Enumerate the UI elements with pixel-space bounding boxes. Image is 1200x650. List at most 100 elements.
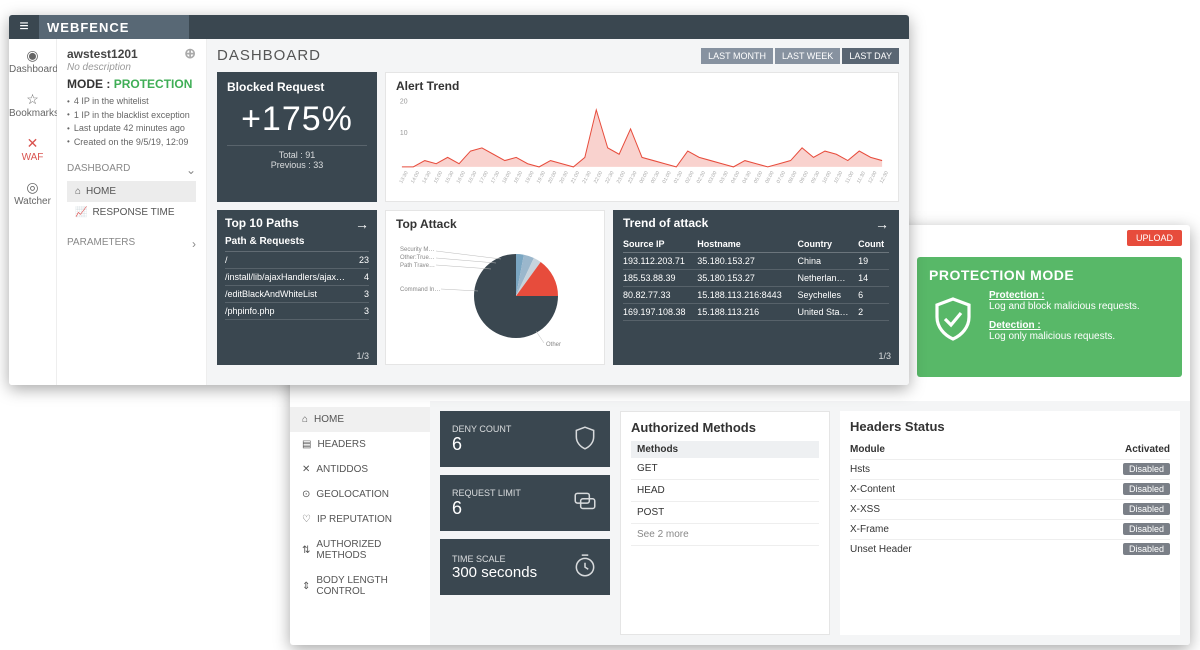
hamburger-menu-button[interactable]: ≡ — [9, 18, 39, 36]
svg-text:16:00: 16:00 — [456, 170, 467, 185]
svg-text:12:00: 12:00 — [867, 170, 878, 185]
alert-trend-card: Alert Trend 201013:3014:0014:3015:0015:3… — [385, 72, 899, 202]
attack-row[interactable]: 193.112.203.7135.180.153.27China19 — [623, 253, 889, 270]
svg-text:21:30: 21:30 — [581, 170, 592, 185]
sidebar-item-home[interactable]: ⌂ HOME — [67, 181, 196, 202]
svg-text:14:30: 14:30 — [421, 170, 432, 185]
svg-text:20:30: 20:30 — [559, 170, 570, 185]
top-paths-card: Top 10 Paths → Path & Requests /23/instal… — [217, 210, 377, 365]
svg-text:18:00: 18:00 — [501, 170, 512, 185]
method-row: POST — [631, 502, 819, 524]
svg-text:Other:True…: Other:True… — [400, 255, 435, 261]
attack-row[interactable]: 185.53.88.3935.180.153.27Netherlan…14 — [623, 270, 889, 287]
see-more-link[interactable]: See 2 more — [631, 524, 819, 546]
sidebar-section-dashboard[interactable]: DASHBOARD ⌄ — [67, 159, 196, 181]
svg-text:08:00: 08:00 — [787, 170, 798, 185]
rail-item-bookmarks[interactable]: ☆Bookmarks — [9, 83, 56, 127]
nav-icon: ⇕ — [302, 581, 310, 592]
path-row[interactable]: /editBlackAndWhiteList3 — [225, 286, 369, 303]
secondary-nav-geolocation[interactable]: ⊙GEOLOCATION — [290, 482, 430, 507]
secondary-nav-antiddos[interactable]: ✕ANTIDDOS — [290, 457, 430, 482]
top-attack-title: Top Attack — [396, 217, 594, 231]
sidebar-section-parameters-label: PARAMETERS — [67, 237, 135, 251]
rail-item-watcher[interactable]: ◎Watcher — [9, 171, 56, 215]
project-more-icon[interactable]: ⊕ — [184, 45, 196, 62]
secondary-nav-home[interactable]: ⌂HOME — [290, 407, 430, 432]
method-row: HEAD — [631, 480, 819, 502]
svg-text:04:00: 04:00 — [730, 170, 741, 185]
svg-text:23:00: 23:00 — [616, 170, 627, 185]
secondary-nav-ip-reputation[interactable]: ♡IP REPUTATION — [290, 507, 430, 532]
alert-trend-chart: 201013:3014:0014:3015:0015:3016:0016:301… — [396, 93, 888, 188]
nav-icon: ♡ — [302, 514, 311, 525]
range-last-day[interactable]: LAST DAY — [842, 48, 899, 64]
range-last-week[interactable]: LAST WEEK — [775, 48, 840, 64]
home-icon: ⌂ — [75, 186, 81, 197]
path-row[interactable]: /install/lib/ajaxHandlers/ajax…4 — [225, 269, 369, 286]
protection-mode-title: PROTECTION MODE — [929, 267, 1140, 283]
arrow-right-icon[interactable]: → — [355, 216, 369, 232]
blocked-total: Total : 91 — [227, 150, 367, 160]
toa-col: Hostname — [697, 236, 797, 253]
project-description: No description — [67, 62, 196, 73]
sidebar-section-parameters[interactable]: PARAMETERS › — [67, 233, 196, 255]
svg-text:09:00: 09:00 — [799, 170, 810, 185]
chat-icon — [572, 489, 598, 518]
sidebar-section-dashboard-label: DASHBOARD — [67, 163, 130, 177]
top-attack-card: Top Attack Security M…Other:True…Path Tr… — [385, 210, 605, 365]
svg-text:02:30: 02:30 — [696, 170, 707, 185]
range-last-month[interactable]: LAST MONTH — [701, 48, 773, 64]
sidebar-item-response-label: RESPONSE TIME — [92, 207, 174, 218]
path-row[interactable]: /23 — [225, 252, 369, 269]
bookmarks-icon: ☆ — [9, 91, 56, 108]
attack-row[interactable]: 169.197.108.3815.188.113.216United Sta…2 — [623, 304, 889, 321]
svg-text:17:30: 17:30 — [490, 170, 501, 185]
top-paths-header: Path & Requests — [225, 232, 369, 252]
svg-text:07:00: 07:00 — [776, 170, 787, 185]
stat-card-deny-count: DENY COUNT6 — [440, 411, 610, 467]
headers-status-title: Headers Status — [850, 419, 1170, 434]
sidebar-item-response-time[interactable]: 📈 RESPONSE TIME — [67, 202, 196, 223]
svg-text:14:00: 14:00 — [410, 170, 421, 185]
secondary-nav-headers[interactable]: ▤HEADERS — [290, 432, 430, 457]
stat-card-time-scale: TIME SCALE300 seconds — [440, 539, 610, 595]
svg-text:01:00: 01:00 — [662, 170, 673, 185]
svg-text:22:00: 22:00 — [593, 170, 604, 185]
trend-attack-pager: 1/3 — [878, 351, 891, 361]
mode-value: PROTECTION — [114, 77, 193, 91]
path-row[interactable]: /phpinfo.php3 — [225, 303, 369, 320]
blocked-previous: Previous : 33 — [227, 160, 367, 170]
svg-text:23:30: 23:30 — [627, 170, 638, 185]
secondary-nav-authorized-methods[interactable]: ⇅AUTHORIZED METHODS — [290, 532, 430, 568]
arrow-right-icon[interactable]: → — [875, 216, 889, 232]
detection-label: Detection : — [989, 320, 1140, 331]
upload-button[interactable]: UPLOAD — [1127, 230, 1182, 246]
header-status-row: Unset HeaderDisabled — [850, 540, 1170, 560]
svg-text:06:00: 06:00 — [764, 170, 775, 185]
blocked-value: +175% — [227, 100, 367, 139]
svg-text:22:30: 22:30 — [604, 170, 615, 185]
date-range-toggle: LAST MONTHLAST WEEKLAST DAY — [701, 48, 899, 64]
header-status-row: X-ContentDisabled — [850, 480, 1170, 500]
headers-col-module: Module — [850, 440, 1032, 460]
rail-item-waf[interactable]: ✕WAF — [9, 127, 56, 171]
toa-col: Count — [858, 236, 889, 253]
secondary-nav-body-length-control[interactable]: ⇕BODY LENGTH CONTROL — [290, 568, 430, 604]
svg-text:11:00: 11:00 — [844, 170, 855, 184]
attack-row[interactable]: 80.82.77.3315.188.113.216:8443Seychelles… — [623, 287, 889, 304]
svg-text:00:00: 00:00 — [639, 170, 650, 185]
status-badge: Disabled — [1123, 463, 1170, 475]
project-sidebar: awstest1201 ⊕ No description MODE : PROT… — [57, 39, 207, 385]
top-paths-title: Top 10 Paths — [225, 216, 299, 232]
top-attack-pie-chart: Security M…Other:True…Path Trave…Command… — [396, 231, 596, 351]
rail-item-dashboard[interactable]: ◉Dashboard — [9, 39, 56, 83]
svg-text:10:30: 10:30 — [833, 170, 844, 185]
headers-col-activated: Activated — [1032, 440, 1170, 460]
status-badge: Disabled — [1123, 523, 1170, 535]
svg-text:01:30: 01:30 — [673, 170, 684, 185]
svg-text:03:30: 03:30 — [719, 170, 730, 185]
svg-text:09:30: 09:30 — [810, 170, 821, 185]
app-brand: WEBFENCE — [39, 20, 129, 35]
protection-mode-panel: PROTECTION MODE Protection : Log and blo… — [917, 257, 1182, 377]
shield-icon — [572, 425, 598, 454]
